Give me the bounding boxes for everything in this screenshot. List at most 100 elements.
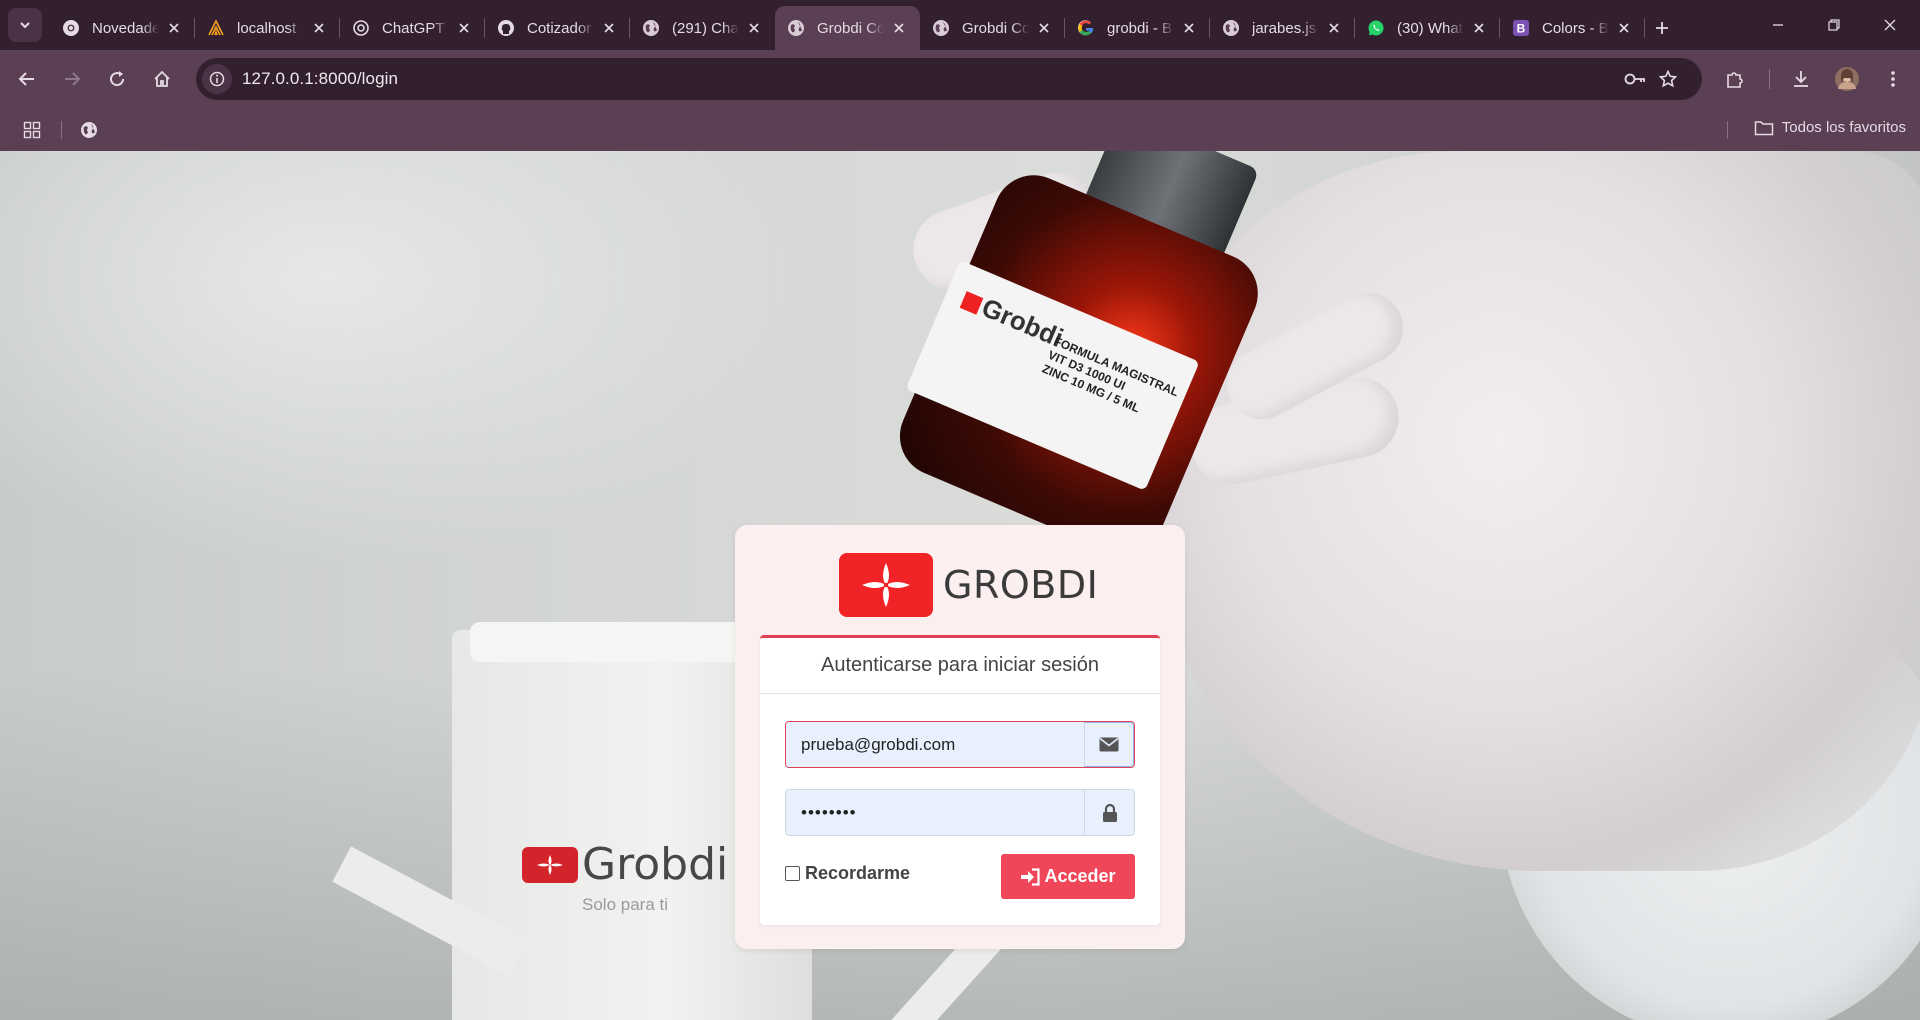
whatsapp-icon — [1367, 19, 1385, 37]
email-input[interactable] — [786, 722, 1084, 767]
address-bar[interactable]: 127.0.0.1:8000/login — [196, 58, 1702, 100]
tab[interactable]: jarabes.js — [1210, 6, 1355, 50]
tab-title: localhost — [237, 19, 297, 37]
folder-icon — [1754, 120, 1774, 135]
password-key-button[interactable] — [1620, 64, 1650, 94]
login-button[interactable]: Acceder — [1001, 854, 1135, 899]
box-brand-text: Grobdi — [582, 839, 729, 890]
box-tagline: Solo para ti — [582, 895, 668, 914]
restore-icon — [1828, 19, 1840, 31]
star-icon — [1659, 70, 1677, 88]
profile-avatar-button[interactable] — [1830, 62, 1864, 96]
sign-in-icon — [1021, 867, 1041, 886]
github-icon — [497, 19, 515, 37]
brand-logo: GROBDI — [839, 553, 1098, 617]
envelope-icon — [1099, 737, 1119, 752]
lock-icon — [1102, 803, 1117, 822]
tab[interactable]: Grobdi Co — [775, 6, 920, 50]
close-icon[interactable] — [1470, 19, 1488, 37]
all-bookmarks-button[interactable]: Todos los favoritos — [1754, 119, 1906, 136]
arrow-left-icon — [18, 72, 34, 86]
tab-title: ChatGPT — [382, 19, 445, 37]
bookmark-star-button[interactable] — [1653, 64, 1683, 94]
minimize-icon — [1773, 24, 1783, 26]
remember-checkbox[interactable] — [785, 866, 800, 881]
box-logo: Grobdi — [522, 839, 728, 890]
openai-icon — [352, 19, 370, 37]
bookmark-globe[interactable] — [73, 114, 105, 146]
close-icon[interactable] — [165, 19, 183, 37]
login-button-label: Acceder — [1044, 866, 1116, 886]
minimize-button[interactable] — [1750, 0, 1806, 50]
tab[interactable]: ChatGPT — [340, 6, 485, 50]
chrome-icon — [62, 19, 80, 37]
tab[interactable]: Cotizador — [485, 6, 630, 50]
login-form: Autenticarse para iniciar sesión Recorda… — [760, 635, 1160, 925]
close-icon — [1884, 19, 1896, 31]
tab[interactable]: Novedades — [50, 6, 195, 50]
tab[interactable]: (30) Whats — [1355, 6, 1500, 50]
browser-menu-button[interactable] — [1876, 62, 1910, 96]
globe-icon — [1222, 19, 1240, 37]
bottle-label-text: FORMULA MAGISTRAL VIT D3 1000 UI ZINC 10… — [1040, 333, 1181, 416]
browser-toolbar: 127.0.0.1:8000/login — [0, 50, 1920, 108]
tab[interactable]: localhost — [195, 6, 340, 50]
close-icon[interactable] — [1180, 19, 1198, 37]
url-text[interactable]: 127.0.0.1:8000/login — [242, 69, 398, 89]
page-background: Grobdi FORMULA MAGISTRAL VIT D3 1000 UI … — [0, 151, 1920, 1020]
close-icon[interactable] — [310, 19, 328, 37]
tab-title: grobdi - B — [1107, 19, 1173, 37]
site-info-button[interactable] — [202, 64, 232, 94]
tab[interactable]: Grobdi Co — [920, 6, 1065, 50]
home-icon — [154, 70, 170, 87]
tab-title: Grobdi Co — [817, 19, 884, 37]
reload-icon — [110, 71, 125, 87]
xampp-icon — [207, 19, 225, 37]
remember-me[interactable]: Recordarme — [785, 863, 910, 884]
tab[interactable]: grobdi - B — [1065, 6, 1210, 50]
tab-title: (30) Whats — [1397, 19, 1464, 37]
grobdi-cross-icon — [522, 846, 578, 883]
tab-strip: Novedades localhost ChatGPT Cotizador (291) … — [0, 0, 1920, 50]
chevron-down-icon — [20, 22, 30, 29]
bookmarks-divider-right — [1727, 121, 1728, 139]
restore-button[interactable] — [1806, 0, 1862, 50]
close-icon[interactable] — [745, 19, 763, 37]
close-icon[interactable] — [455, 19, 473, 37]
close-icon[interactable] — [1615, 19, 1633, 37]
key-icon — [1624, 73, 1645, 85]
bookmarks-divider — [61, 121, 62, 139]
grobdi-cross-icon — [839, 553, 933, 617]
tab-title: (291) Chat — [672, 19, 739, 37]
back-button[interactable] — [10, 62, 44, 96]
login-card: GROBDI Autenticarse para iniciar sesión … — [735, 525, 1185, 949]
bookmarks-bar: Todos los favoritos — [0, 108, 1920, 151]
plus-icon — [1656, 22, 1668, 34]
close-icon[interactable] — [1325, 19, 1343, 37]
svg-text:B: B — [1517, 22, 1526, 36]
close-icon[interactable] — [1035, 19, 1053, 37]
google-icon — [1077, 19, 1095, 37]
new-tab-button[interactable] — [1645, 6, 1679, 50]
close-window-button[interactable] — [1862, 0, 1918, 50]
home-button[interactable] — [145, 62, 179, 96]
tab-search-button[interactable] — [8, 8, 42, 42]
password-input[interactable] — [786, 790, 1084, 835]
remember-label[interactable]: Recordarme — [805, 863, 910, 884]
avatar — [1835, 67, 1859, 91]
password-addon — [1084, 790, 1134, 835]
arrow-right-icon — [65, 72, 81, 86]
globe-icon — [81, 122, 97, 138]
extensions-button[interactable] — [1718, 62, 1752, 96]
all-bookmarks-label: Todos los favoritos — [1781, 119, 1906, 136]
email-field — [785, 721, 1135, 768]
downloads-button[interactable] — [1784, 62, 1818, 96]
tab[interactable]: (291) Chat — [630, 6, 775, 50]
close-icon[interactable] — [600, 19, 618, 37]
forward-button[interactable] — [55, 62, 89, 96]
apps-button[interactable] — [16, 114, 48, 146]
download-icon — [1794, 71, 1808, 87]
reload-button[interactable] — [100, 62, 134, 96]
tab[interactable]: B Colors - B — [1500, 6, 1645, 50]
close-icon[interactable] — [890, 19, 908, 37]
